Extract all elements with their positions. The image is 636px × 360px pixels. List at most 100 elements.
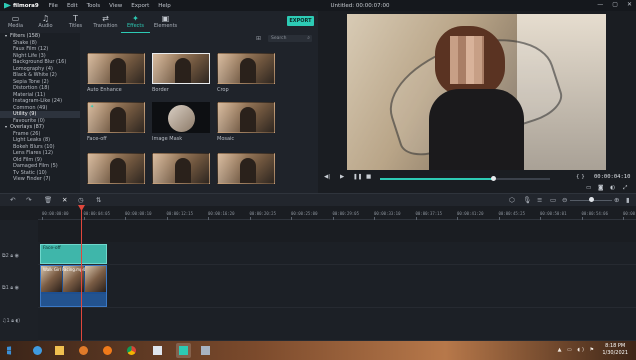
tab-audio-label: Audio bbox=[38, 23, 53, 29]
tab-elements[interactable]: ▣ Elements bbox=[151, 11, 180, 33]
playhead-line[interactable] bbox=[81, 208, 82, 341]
marker-icon[interactable]: ⬡ bbox=[509, 196, 515, 204]
tab-media[interactable]: ▭ Media bbox=[1, 11, 30, 33]
playback-progress-handle[interactable] bbox=[491, 176, 497, 181]
category-label: Background Blur (16) bbox=[13, 59, 67, 65]
fullscreen-icon[interactable]: ⤢ bbox=[623, 185, 627, 192]
thumbnail-figure bbox=[175, 58, 191, 83]
effect-tile[interactable] bbox=[217, 153, 275, 184]
taskbar-clock[interactable]: 8:18 PM 1/30/2021 bbox=[602, 343, 628, 357]
lock-icon[interactable]: 🔒︎ bbox=[10, 253, 13, 259]
effect-tile[interactable]: ✦ Face-off bbox=[87, 102, 145, 142]
category-label: Filters (158) bbox=[10, 33, 41, 39]
ruler-tick bbox=[42, 217, 43, 220]
app-icon bbox=[201, 346, 210, 355]
thumbnail-figure bbox=[175, 158, 191, 183]
timeline-clip-face-off[interactable]: Face-off bbox=[40, 244, 107, 264]
effect-tile[interactable] bbox=[87, 153, 145, 184]
effect-tile[interactable]: Image Mask bbox=[152, 102, 210, 142]
tab-titles-label: Titles bbox=[68, 23, 83, 29]
track-headers: ⧉2 🔒︎ ◉ ⧉1 🔒︎ ◉ ♫1 🔒︎ ◖) bbox=[0, 220, 38, 341]
category-item[interactable]: View Finder (7) bbox=[0, 176, 80, 183]
track-lane-video[interactable] bbox=[38, 265, 636, 308]
grid-view-icon[interactable]: ⊞ bbox=[256, 35, 261, 42]
effect-tile[interactable]: Auto Enhance bbox=[87, 53, 145, 93]
fit-timeline-icon[interactable]: ▮ bbox=[626, 196, 630, 204]
volume-icon[interactable]: ◖) bbox=[610, 185, 615, 191]
taskbar-window[interactable] bbox=[150, 343, 165, 358]
minimize-button[interactable]: — bbox=[597, 1, 603, 8]
eye-icon[interactable]: ◉ bbox=[15, 285, 19, 291]
menu-file[interactable]: File bbox=[49, 3, 58, 9]
effect-tile[interactable] bbox=[152, 153, 210, 184]
lock-icon[interactable]: 🔒︎ bbox=[10, 285, 13, 291]
menu-export[interactable]: Export bbox=[131, 3, 149, 9]
lock-icon[interactable]: 🔒︎ bbox=[11, 318, 14, 324]
taskbar-ie[interactable] bbox=[30, 343, 45, 358]
zoom-out-icon[interactable]: ⊖ bbox=[562, 196, 567, 204]
track-header-fx: ⧉2 🔒︎ ◉ bbox=[2, 253, 19, 259]
effect-label: Border bbox=[152, 87, 169, 93]
elements-icon: ▣ bbox=[161, 14, 170, 23]
timeline-clip-video[interactable]: Walk Girl Facing.mp4 bbox=[40, 265, 107, 307]
zoom-slider-handle[interactable] bbox=[588, 197, 594, 202]
speed-icon[interactable]: ◷ bbox=[78, 196, 84, 204]
menu-edit[interactable]: Edit bbox=[67, 3, 78, 9]
zoom-in-icon[interactable]: ⊕ bbox=[614, 196, 619, 204]
close-button[interactable]: ✕ bbox=[627, 1, 632, 8]
taskbar-app[interactable] bbox=[198, 343, 213, 358]
taskbar-explorer[interactable] bbox=[52, 343, 67, 358]
mixer-icon[interactable]: ≡ bbox=[537, 196, 542, 204]
cut-icon[interactable]: ✕ bbox=[62, 196, 67, 204]
skip-back-icon[interactable]: ◀| bbox=[324, 174, 330, 180]
ruler-tick bbox=[540, 217, 541, 220]
tab-titles[interactable]: T Titles bbox=[61, 11, 90, 33]
render-preview-icon[interactable]: ▭ bbox=[586, 185, 591, 191]
effect-thumbnail bbox=[152, 102, 210, 133]
speaker-icon[interactable]: ◖) bbox=[16, 318, 21, 324]
ruler-label: 00:00:50:01 bbox=[540, 211, 567, 216]
playback-controls: ◀| ▶ ❚❚ ■ { } 00:00:04:10 ▭ ◙ ◖) ⤢ bbox=[318, 170, 636, 193]
eye-icon[interactable]: ◉ bbox=[15, 253, 19, 259]
effect-tile[interactable]: Crop bbox=[217, 53, 275, 93]
effect-label: Crop bbox=[217, 87, 229, 93]
adjust-icon[interactable]: ⇅ bbox=[96, 196, 101, 204]
snap-icon[interactable]: ▭ bbox=[550, 196, 556, 204]
menu-help[interactable]: Help bbox=[158, 3, 171, 9]
category-label: Black & White (2) bbox=[13, 72, 57, 78]
maximize-button[interactable]: ▢ bbox=[612, 1, 618, 8]
delete-icon[interactable]: 🗑 bbox=[44, 196, 52, 204]
mark-in-out-icon[interactable]: { } bbox=[576, 174, 585, 180]
stop-icon[interactable]: ■ bbox=[366, 174, 371, 180]
snapshot-icon[interactable]: ◙ bbox=[598, 185, 603, 191]
taskbar-media[interactable] bbox=[76, 343, 91, 358]
effects-library: ⊞ Search ⌕ Auto Enhance Border Crop ✦ Face-of… bbox=[80, 33, 318, 193]
taskbar-filmora[interactable] bbox=[176, 343, 191, 358]
effect-thumbnail bbox=[87, 153, 145, 184]
export-button[interactable]: EXPORT bbox=[287, 16, 314, 26]
effect-tile[interactable]: Mosaic bbox=[217, 102, 275, 142]
mic-icon[interactable]: 🎙 bbox=[523, 196, 531, 204]
menu-tools[interactable]: Tools bbox=[87, 3, 101, 9]
undo-icon[interactable]: ↶ bbox=[10, 196, 15, 204]
thumbnail-figure bbox=[240, 107, 256, 132]
taskbar-chrome[interactable] bbox=[124, 343, 139, 358]
pause-icon[interactable]: ❚❚ bbox=[353, 174, 362, 180]
search-input[interactable]: Search ⌕ bbox=[268, 35, 312, 42]
tab-transition[interactable]: ⇄ Transition bbox=[91, 11, 120, 33]
track-lane-audio[interactable] bbox=[38, 308, 636, 341]
tab-audio[interactable]: ♫ Audio bbox=[31, 11, 60, 33]
taskbar-firefox[interactable] bbox=[100, 343, 115, 358]
effect-tile[interactable]: Border bbox=[152, 53, 210, 93]
track-lane-fx[interactable] bbox=[38, 242, 636, 265]
timeline-ruler[interactable]: 00:00:00:00 00:00:04:05 00:00:08:10 00:00:1… bbox=[38, 206, 636, 220]
redo-icon[interactable]: ↷ bbox=[26, 196, 31, 204]
menu-view[interactable]: View bbox=[109, 3, 122, 9]
play-icon[interactable]: ▶ bbox=[340, 174, 344, 180]
start-button[interactable] bbox=[4, 343, 19, 358]
ruler-label: 00:00:58:11 bbox=[623, 211, 636, 216]
system-tray[interactable]: ▲ ▭ ◖) ⚑ bbox=[558, 347, 596, 353]
playback-progress-bar[interactable] bbox=[380, 176, 550, 181]
tab-effects[interactable]: ✦ Effects bbox=[121, 11, 150, 33]
category-label: Faux Film (12) bbox=[13, 46, 49, 52]
